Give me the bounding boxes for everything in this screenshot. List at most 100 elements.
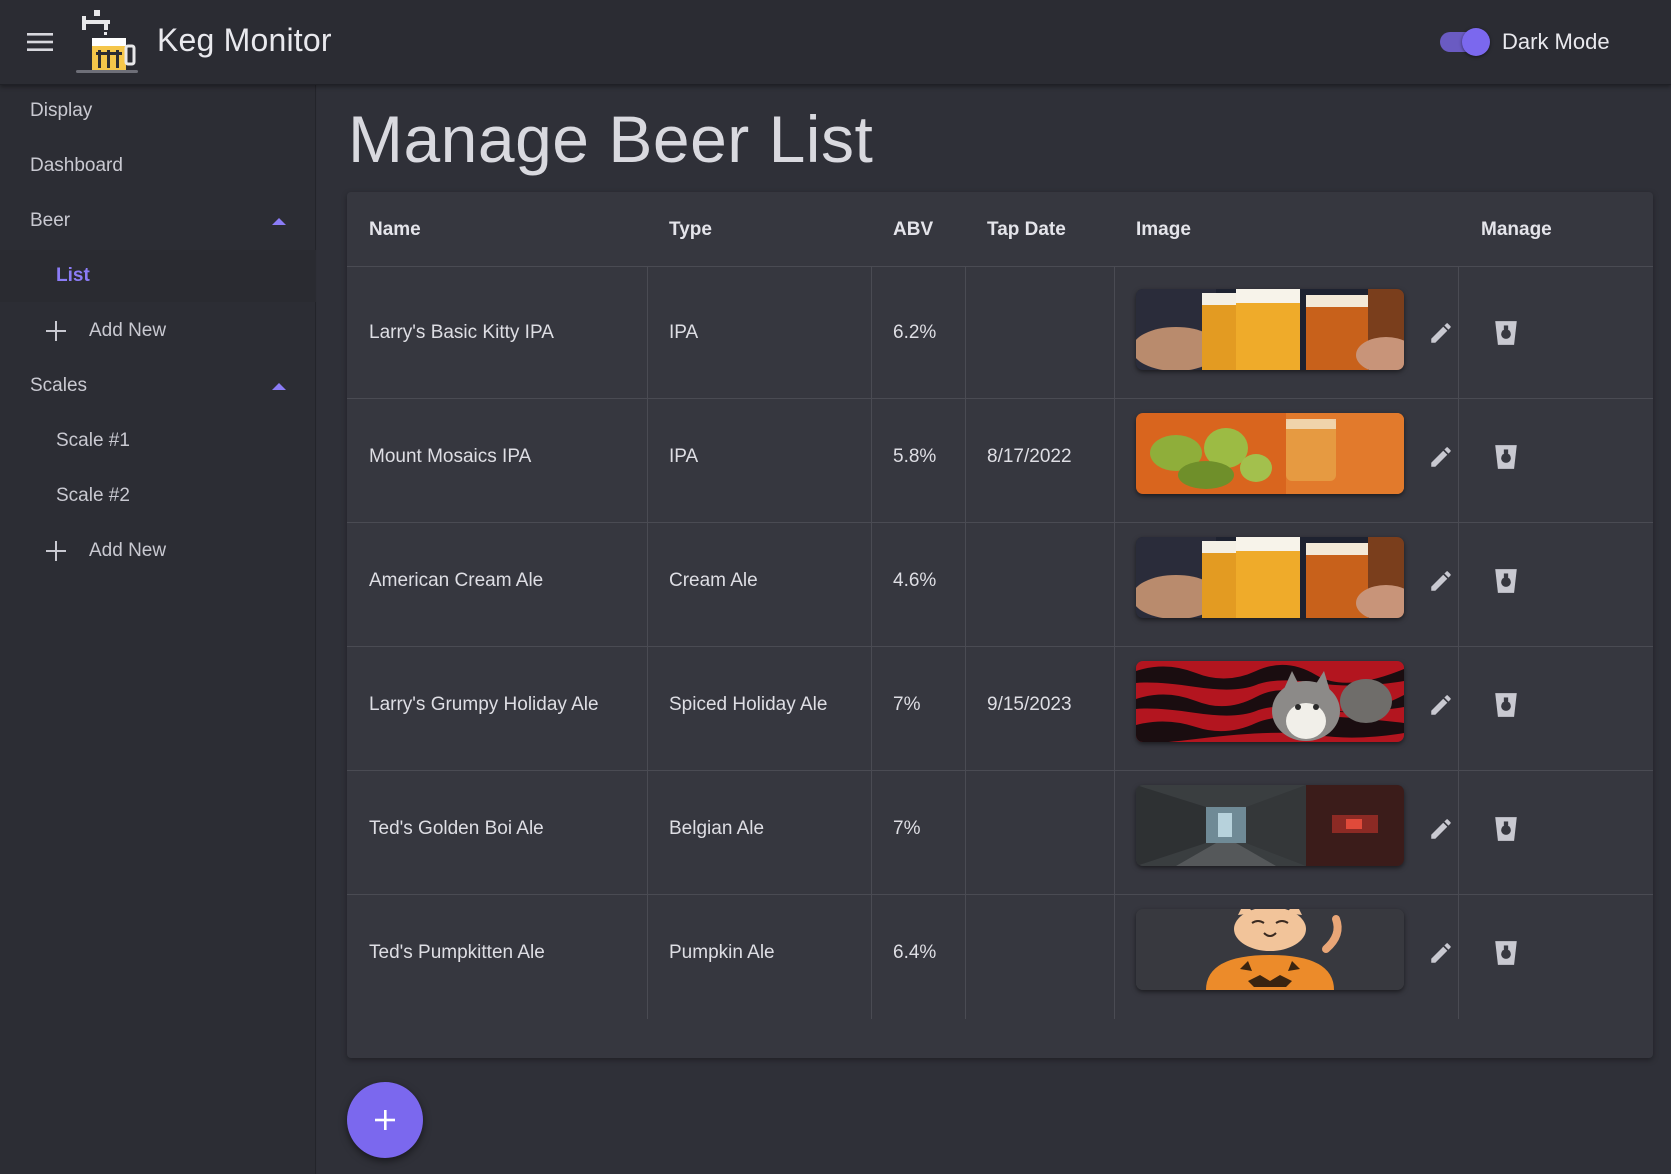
beer-image-glasses bbox=[1136, 537, 1404, 618]
beer-type: Pumpkin Ale bbox=[669, 942, 775, 963]
delete-icon[interactable] bbox=[1486, 561, 1526, 601]
sidebar-item-beer-list[interactable]: List bbox=[0, 250, 316, 302]
sidebar-item-label: Display bbox=[30, 100, 93, 121]
column-divider bbox=[871, 763, 872, 895]
plus-icon bbox=[46, 321, 66, 341]
column-header-type[interactable]: Type bbox=[669, 219, 712, 241]
beer-abv: 4.6% bbox=[893, 570, 937, 591]
column-header-image: Image bbox=[1136, 219, 1191, 240]
beer-tap-date: 8/17/2022 bbox=[987, 446, 1072, 467]
column-divider bbox=[965, 267, 966, 399]
beer-abv: 5.8% bbox=[893, 446, 937, 467]
column-divider bbox=[871, 267, 872, 399]
sidebar-item-label: Scales bbox=[30, 375, 88, 396]
delete-icon[interactable] bbox=[1486, 685, 1526, 725]
add-beer-button[interactable] bbox=[347, 1082, 423, 1158]
main-content: Manage Beer List Name Type ABV Tap Date … bbox=[317, 85, 1671, 1174]
beer-image-pumpkin-cat bbox=[1136, 909, 1404, 990]
delete-icon[interactable] bbox=[1486, 313, 1526, 353]
beer-type: Belgian Ale bbox=[669, 818, 765, 839]
beer-type: Cream Ale bbox=[669, 570, 758, 591]
column-divider bbox=[1114, 887, 1115, 1019]
sidebar-item-label: Dashboard bbox=[30, 155, 123, 176]
column-header-tap-date[interactable]: Tap Date bbox=[987, 219, 1066, 241]
toggle-thumb[interactable] bbox=[1462, 28, 1490, 56]
column-divider bbox=[965, 515, 966, 647]
sidebar-item-label: Beer bbox=[30, 210, 71, 231]
column-divider bbox=[965, 763, 966, 895]
column-header-manage: Manage bbox=[1481, 219, 1552, 240]
beer-name: Mount Mosaics IPA bbox=[369, 446, 532, 467]
plus-icon bbox=[375, 1110, 395, 1130]
sidebar-item-scale-1[interactable]: Scale #1 bbox=[0, 415, 316, 467]
column-divider bbox=[647, 763, 648, 895]
edit-icon[interactable] bbox=[1421, 933, 1461, 973]
beer-tap-date: 9/15/2023 bbox=[987, 694, 1072, 715]
column-divider bbox=[965, 887, 966, 1019]
keg-logo-icon bbox=[74, 6, 140, 76]
chevron-up-icon bbox=[272, 382, 286, 390]
edit-icon[interactable] bbox=[1421, 561, 1461, 601]
beer-type: IPA bbox=[669, 322, 699, 343]
beer-name: Larry's Basic Kitty IPA bbox=[369, 322, 554, 343]
beer-image-hops bbox=[1136, 413, 1404, 494]
sidebar-item-scales[interactable]: Scales bbox=[0, 360, 316, 412]
logo-underline bbox=[76, 70, 138, 73]
delete-icon[interactable] bbox=[1486, 933, 1526, 973]
table-row: Larry's Basic Kitty IPA IPA 6.2% bbox=[347, 267, 1653, 399]
column-divider bbox=[871, 639, 872, 771]
column-divider bbox=[647, 639, 648, 771]
column-divider bbox=[965, 639, 966, 771]
sidebar-item-label: Scale #2 bbox=[56, 485, 130, 506]
table-row: Ted's Golden Boi Ale Belgian Ale 7% bbox=[347, 763, 1653, 895]
app-title: Keg Monitor bbox=[157, 22, 332, 58]
toggle-track[interactable] bbox=[1440, 28, 1490, 56]
table-row: American Cream Ale Cream Ale 4.6% bbox=[347, 515, 1653, 647]
column-divider bbox=[1114, 391, 1115, 523]
column-divider bbox=[871, 391, 872, 523]
beer-image-cat bbox=[1136, 661, 1404, 742]
sidebar-item-label: Add New bbox=[89, 540, 167, 561]
column-divider bbox=[1114, 267, 1115, 399]
column-header-name[interactable]: Name bbox=[369, 219, 421, 241]
page-title: Manage Beer List bbox=[348, 102, 874, 176]
edit-icon[interactable] bbox=[1421, 313, 1461, 353]
sidebar-item-scale-2[interactable]: Scale #2 bbox=[0, 470, 316, 522]
beer-abv: 7% bbox=[893, 694, 921, 715]
column-divider bbox=[647, 267, 648, 399]
table-row: Mount Mosaics IPA IPA 5.8% 8/17/2022 bbox=[347, 391, 1653, 523]
beer-name: Ted's Pumpkitten Ale bbox=[369, 942, 545, 963]
delete-icon[interactable] bbox=[1486, 437, 1526, 477]
table-row: Larry's Grumpy Holiday Ale Spiced Holida… bbox=[347, 639, 1653, 771]
sidebar-item-label: List bbox=[56, 265, 90, 286]
beer-image-glasses bbox=[1136, 289, 1404, 370]
sidebar-item-beer-add-new[interactable]: Add New bbox=[0, 305, 316, 357]
delete-icon[interactable] bbox=[1486, 809, 1526, 849]
sidebar-item-dashboard[interactable]: Dashboard bbox=[0, 140, 316, 192]
column-divider bbox=[965, 391, 966, 523]
menu-icon[interactable] bbox=[22, 24, 58, 60]
beer-type: IPA bbox=[669, 446, 699, 467]
edit-icon[interactable] bbox=[1421, 809, 1461, 849]
beer-image-corridor bbox=[1136, 785, 1404, 866]
dark-mode-toggle[interactable]: Dark Mode bbox=[1440, 22, 1610, 62]
sidebar-item-scales-add-new[interactable]: Add New bbox=[0, 525, 316, 577]
sidebar-item-label: Add New bbox=[89, 320, 167, 341]
table-header: Name Type ABV Tap Date Image Manage bbox=[347, 192, 1653, 267]
app-bar: Keg Monitor Dark Mode bbox=[0, 0, 1671, 85]
sidebar-item-display[interactable]: Display bbox=[0, 85, 316, 137]
edit-icon[interactable] bbox=[1421, 685, 1461, 725]
chevron-up-icon bbox=[272, 217, 286, 225]
column-divider bbox=[647, 887, 648, 1019]
table-row: Ted's Pumpkitten Ale Pumpkin Ale 6.4% bbox=[347, 887, 1653, 1019]
beer-name: American Cream Ale bbox=[369, 570, 544, 591]
column-header-abv[interactable]: ABV bbox=[893, 219, 933, 241]
column-divider bbox=[871, 887, 872, 1019]
beer-abv: 6.2% bbox=[893, 322, 937, 343]
edit-icon[interactable] bbox=[1421, 437, 1461, 477]
beer-name: Ted's Golden Boi Ale bbox=[369, 818, 544, 839]
sidebar-item-beer[interactable]: Beer bbox=[0, 195, 316, 247]
plus-icon bbox=[46, 541, 66, 561]
beer-name: Larry's Grumpy Holiday Ale bbox=[369, 694, 599, 715]
column-divider bbox=[1114, 515, 1115, 647]
